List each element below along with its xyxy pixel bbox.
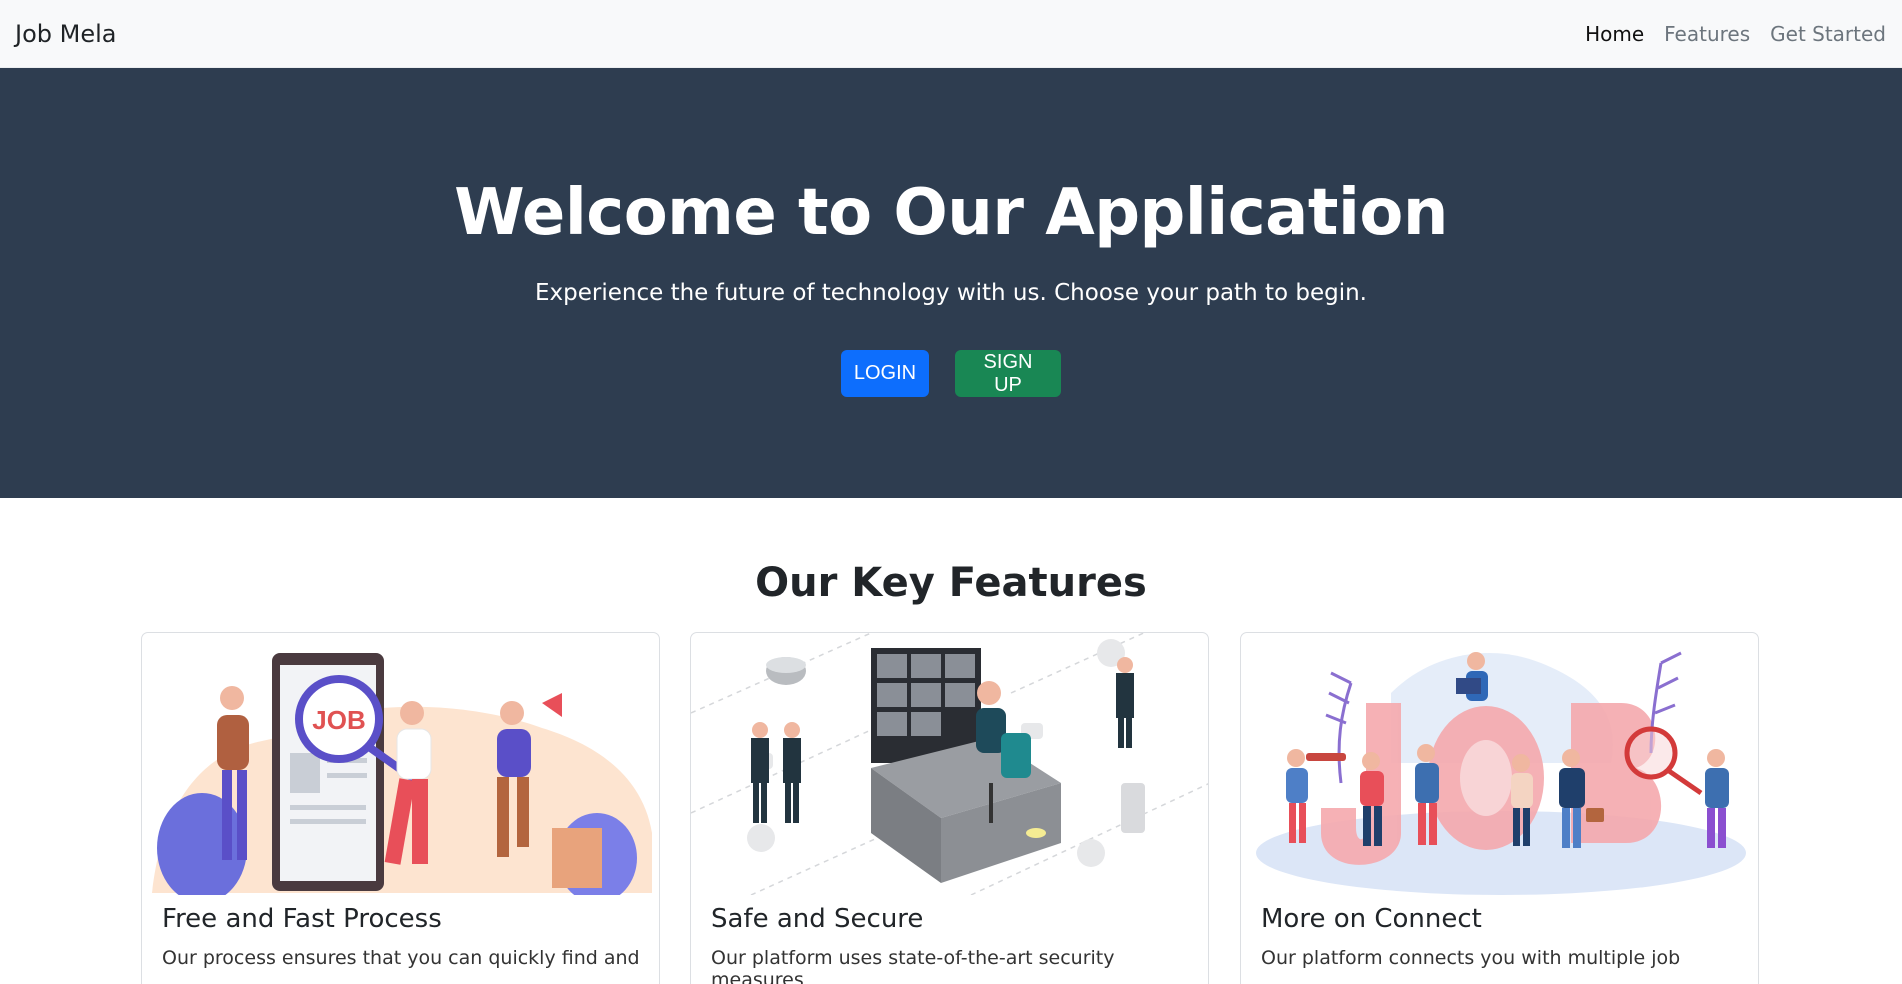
hero-subtitle: Experience the future of technology with… (535, 280, 1367, 306)
security-monitoring-illustration (691, 633, 1208, 895)
nav-links: Home Features Get Started (1585, 22, 1886, 46)
features-section: Our Key Features JOB Free and Fast Proce… (0, 498, 1902, 984)
navbar: Job Mela Home Features Get Started (0, 0, 1902, 68)
card-text: Our platform connects you with multiple … (1261, 947, 1681, 969)
nav-features[interactable]: Features (1664, 22, 1750, 46)
job-connect-illustration (1256, 651, 1746, 895)
features-heading: Our Key Features (755, 560, 1147, 606)
nav-home[interactable]: Home (1585, 22, 1644, 46)
login-button[interactable]: LOGIN (841, 350, 929, 397)
hero-buttons: LOGIN SIGN UP (0, 350, 1902, 397)
signup-button[interactable]: SIGN UP (955, 350, 1061, 397)
feature-card-connect: More on Connect Our platform connects yo… (1240, 632, 1759, 984)
feature-card-secure: Safe and Secure Our platform uses state-… (690, 632, 1209, 984)
card-title: More on Connect (1261, 904, 1482, 934)
nav-get-started[interactable]: Get Started (1770, 22, 1886, 46)
hero: Welcome to Our Application Experience th… (0, 68, 1902, 498)
card-title: Safe and Secure (711, 904, 924, 934)
svg-text:JOB: JOB (312, 705, 365, 735)
feature-card-fast: JOB Free and Fast Process Our process en… (141, 632, 660, 984)
brand[interactable]: Job Mela (15, 20, 116, 48)
card-text: Our process ensures that you can quickly… (162, 947, 640, 969)
job-search-illustration: JOB (152, 653, 652, 895)
card-text: Our platform uses state-of-the-art secur… (711, 947, 1115, 984)
hero-title: Welcome to Our Application (454, 176, 1448, 250)
feature-cards: JOB Free and Fast Process Our process en… (0, 632, 1902, 984)
card-title: Free and Fast Process (162, 904, 442, 934)
